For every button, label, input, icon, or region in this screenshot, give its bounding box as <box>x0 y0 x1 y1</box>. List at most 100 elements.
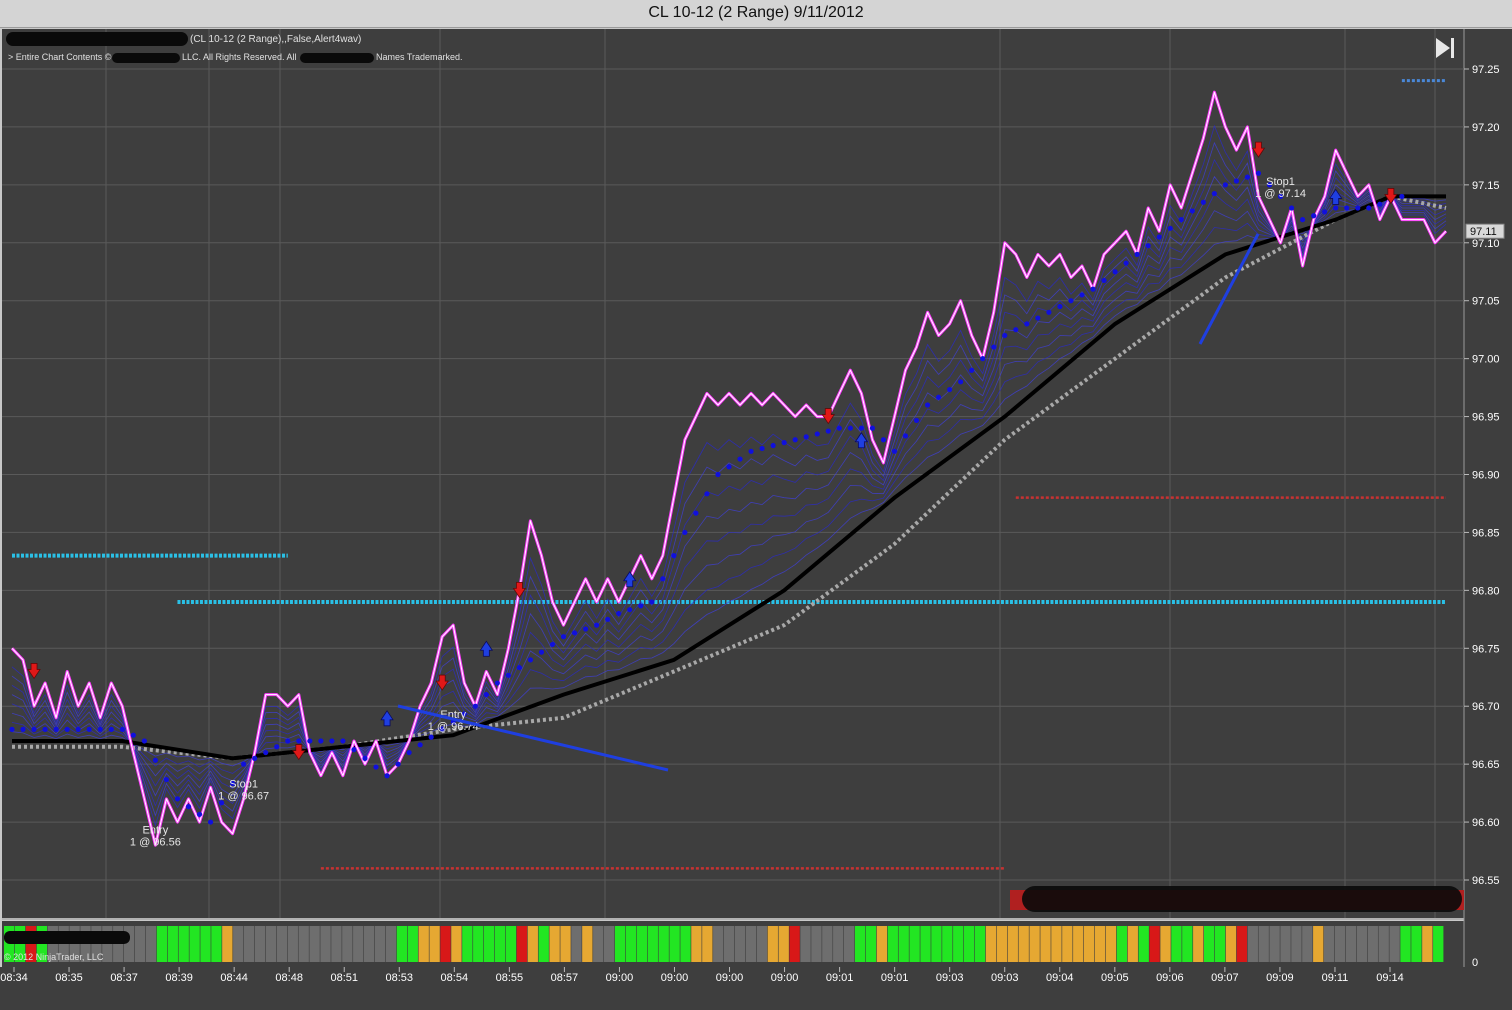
x-tick-label: 08:34 <box>0 972 28 984</box>
indicator-bar <box>244 926 255 962</box>
chart-window: CL 10-12 (2 Range) 9/11/2012 Entry 1 @ 96… <box>0 0 1512 1010</box>
trend-dot <box>86 726 92 732</box>
trend-dot <box>649 599 655 605</box>
trend-dot <box>527 657 534 663</box>
indicator-bar <box>440 926 451 962</box>
y-tick-label: 96.60 <box>1472 817 1500 829</box>
indicator-bar <box>1291 926 1302 962</box>
y-tick-label: 97.05 <box>1472 296 1500 308</box>
trend-dot <box>130 732 136 738</box>
trend-dot <box>1311 213 1317 219</box>
trend-dot <box>1399 193 1405 200</box>
indicator-bar <box>233 926 244 962</box>
indicator-bar <box>931 926 942 962</box>
x-tick-label: 09:00 <box>661 972 689 984</box>
indicator-bar <box>320 926 331 962</box>
indicator-bar <box>1018 926 1029 962</box>
y-tick-label: 96.90 <box>1472 470 1500 482</box>
indicator-bar <box>996 926 1008 962</box>
window-title-bar: CL 10-12 (2 Range) 9/11/2012 <box>0 0 1512 28</box>
indicator-bar <box>909 926 920 962</box>
x-tick-label: 08:37 <box>110 972 138 984</box>
x-tick-label: 08:57 <box>551 972 579 984</box>
trend-dot <box>1112 269 1118 275</box>
trend-dot <box>516 664 523 671</box>
trend-dot <box>97 726 103 732</box>
trend-dot <box>1167 225 1173 231</box>
x-tick-label: 08:44 <box>220 972 248 984</box>
ninjatrader-copyright: © 2012 NinjaTrader, LLC <box>4 952 104 962</box>
trend-dot <box>1355 205 1361 211</box>
trend-dot <box>296 738 302 744</box>
indicator-bar <box>1258 926 1269 962</box>
trend-dot <box>814 431 820 437</box>
trend-dot <box>1377 201 1383 207</box>
indicator-bar <box>789 926 800 962</box>
trend-dot <box>64 726 70 732</box>
window-title: CL 10-12 (2 Range) 9/11/2012 <box>648 4 864 21</box>
trend-dot <box>384 773 390 779</box>
x-tick-label: 09:03 <box>991 972 1019 984</box>
indicator-bar <box>658 926 669 962</box>
indicator-bar <box>1236 926 1248 962</box>
indicator-bar <box>211 926 222 962</box>
x-tick-label: 09:07 <box>1211 972 1239 984</box>
trend-dot <box>571 630 578 636</box>
last-price-badge: 97.11 <box>1465 223 1505 239</box>
trend-dot <box>1366 205 1372 211</box>
trend-dot <box>505 672 511 678</box>
indicator-bar <box>418 926 429 962</box>
trend-dot <box>1233 178 1240 184</box>
trend-dot <box>693 510 699 516</box>
annotation-label: Entry <box>143 825 169 837</box>
indicator-bar <box>887 926 898 962</box>
annotation-label: Stop1 <box>229 778 258 790</box>
x-tick-label: 09:01 <box>826 972 854 984</box>
trend-dot <box>638 603 644 609</box>
indicator-bar <box>1302 926 1313 962</box>
trend-dot <box>836 425 842 431</box>
trend-dot <box>682 529 688 536</box>
indicator-bar <box>145 926 157 962</box>
indicator-bar <box>985 926 997 962</box>
indicator-bar <box>462 926 473 962</box>
trend-dot <box>560 634 567 640</box>
indicator-bar <box>680 926 691 962</box>
trend-dot <box>417 742 423 748</box>
indicator-bar <box>1138 926 1149 962</box>
indicator-caption: (CL 10-12 (2 Range),,False,Alert4wav) <box>190 34 361 45</box>
indicator-bar <box>287 926 298 962</box>
trend-dot <box>1222 182 1228 188</box>
indicator-bar <box>560 926 571 962</box>
trend-dot <box>616 610 622 617</box>
trend-dot <box>627 607 633 613</box>
indicator-bar <box>516 926 528 962</box>
indicator-bar <box>920 926 931 962</box>
trend-dot <box>704 491 710 497</box>
redaction-mark <box>1022 886 1462 912</box>
trend-dot <box>1244 174 1251 180</box>
indicator-bar <box>625 926 637 962</box>
indicator-bar <box>298 926 309 962</box>
indicator-bar <box>178 926 189 962</box>
indicator-bar <box>614 926 626 962</box>
indicator-bar <box>865 926 877 962</box>
trend-dot <box>285 738 291 744</box>
trend-dot <box>1035 315 1041 321</box>
indicator-bar <box>353 926 364 962</box>
indicator-bar <box>844 926 855 962</box>
trend-dot <box>196 811 203 817</box>
indicator-bar <box>1029 926 1040 962</box>
x-tick-label: 09:00 <box>606 972 634 984</box>
indicator-bar <box>833 926 844 962</box>
indicator-bar <box>1204 926 1215 962</box>
annotation-value: 1 @ 97.14 <box>1255 188 1306 200</box>
trend-dot <box>141 738 147 744</box>
chart-svg[interactable]: Entry1 @ 96.56Stop11 @ 96.67Entry1 @ 96.… <box>0 28 1512 1010</box>
trend-dot <box>428 734 434 740</box>
trend-dot <box>1046 309 1052 315</box>
price-panel[interactable] <box>2 29 1464 918</box>
trend-dot <box>75 726 81 732</box>
trend-dot <box>549 641 556 648</box>
trend-dot <box>605 616 611 622</box>
